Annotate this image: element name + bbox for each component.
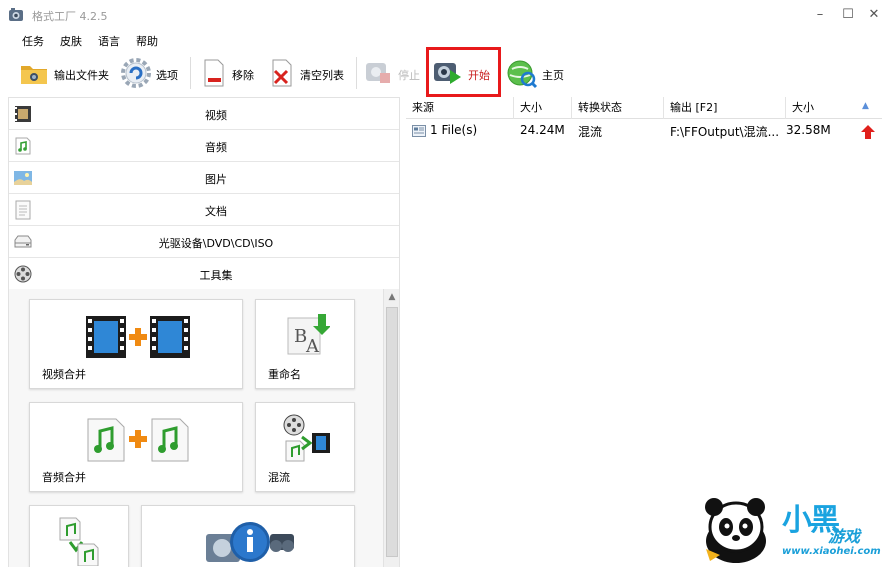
- task-list-header: 来源 大小 转换状态 输出 [F2] 大小 ▲: [406, 97, 882, 119]
- app-logo-icon: [9, 8, 23, 21]
- picture-icon: [14, 171, 32, 185]
- audio-merge-icon: [87, 418, 189, 462]
- home-label: 主页: [542, 69, 564, 82]
- category-panel: 视频 音频 图片 文档 光驱设备\DVD\CD\ISO 工具集 视频合并 B A…: [8, 97, 400, 567]
- optical-drive-icon: [14, 235, 32, 248]
- category-toolbox[interactable]: 工具集: [9, 258, 399, 290]
- home-button[interactable]: 主页: [506, 51, 572, 95]
- sort-ascending-icon: ▲: [862, 101, 869, 111]
- toolbox-reel-icon: [14, 265, 32, 283]
- clear-list-label: 清空列表: [300, 69, 344, 82]
- svg-text:A: A: [305, 336, 320, 357]
- options-label: 选项: [156, 69, 178, 82]
- menu-task[interactable]: 任务: [22, 33, 44, 49]
- row-source: 1 File(s): [430, 123, 478, 137]
- video-merge-icon: [86, 316, 190, 358]
- start-highlight-box: [426, 47, 501, 97]
- category-video-label: 视频: [205, 109, 227, 122]
- scrollbar-thumb[interactable]: [386, 307, 398, 557]
- tool-rename-label: 重命名: [268, 368, 301, 381]
- output-folder-button[interactable]: 输出文件夹: [18, 51, 114, 95]
- toolbox-area: 视频合并 B A 重命名 音频合并 混流 ▲: [9, 289, 399, 567]
- stop-label: 停止: [398, 69, 420, 82]
- category-audio-label: 音频: [205, 141, 227, 154]
- stop-button[interactable]: 停止: [362, 51, 422, 95]
- tool-video-merge-label: 视频合并: [42, 368, 86, 381]
- stop-icon: [366, 63, 390, 83]
- scroll-up-icon[interactable]: ▲: [384, 289, 400, 305]
- row-status: 混流: [578, 125, 603, 139]
- tool-audio-merge[interactable]: 音频合并: [29, 402, 243, 492]
- column-source[interactable]: 来源: [406, 97, 514, 119]
- document-icon: [15, 200, 31, 220]
- tool-audio-merge-label: 音频合并: [42, 471, 86, 484]
- category-video[interactable]: 视频: [9, 98, 399, 130]
- maximize-button[interactable]: ☐: [838, 6, 858, 24]
- table-row[interactable]: 1 File(s) 24.24M 混流 F:\FFOutput\混流... 32…: [406, 121, 882, 141]
- row-size: 24.24M: [520, 123, 565, 137]
- tool-rename[interactable]: B A 重命名: [255, 299, 355, 389]
- watermark-sub: 游戏: [828, 527, 861, 546]
- audio-convert-icon: [59, 517, 99, 566]
- category-toolbox-label: 工具集: [199, 269, 233, 282]
- gear-icon: [121, 58, 151, 88]
- media-info-icon: [206, 522, 294, 562]
- toolbox-scrollbar[interactable]: ▲: [383, 289, 399, 567]
- category-document[interactable]: 文档: [9, 194, 399, 226]
- priority-up-arrow-icon[interactable]: [860, 124, 876, 140]
- column-status[interactable]: 转换状态: [572, 97, 664, 119]
- column-output[interactable]: 输出 [F2]: [664, 97, 786, 119]
- row-output-size: 32.58M: [786, 123, 831, 137]
- toolbar-separator: [356, 57, 357, 89]
- toolbar-separator: [190, 57, 191, 89]
- clear-list-icon: [272, 59, 292, 87]
- window-title: 格式工厂 4.2.5: [32, 10, 108, 23]
- menu-help[interactable]: 帮助: [136, 33, 158, 49]
- tool-media-info[interactable]: [141, 505, 355, 567]
- home-globe-icon: [507, 60, 538, 89]
- remove-label: 移除: [232, 69, 254, 82]
- output-folder-label: 输出文件夹: [54, 69, 109, 82]
- film-icon: [15, 106, 31, 122]
- category-picture[interactable]: 图片: [9, 162, 399, 194]
- mux-icon: [283, 414, 330, 462]
- remove-button[interactable]: 移除: [198, 51, 260, 95]
- options-button[interactable]: 选项: [120, 51, 184, 95]
- category-picture-label: 图片: [205, 173, 227, 186]
- title-bar: 格式工厂 4.2.5 – ☐ ✕: [0, 0, 889, 30]
- menu-skin[interactable]: 皮肤: [60, 33, 82, 49]
- menu-language[interactable]: 语言: [98, 33, 120, 49]
- tool-video-merge[interactable]: 视频合并: [29, 299, 243, 389]
- clear-list-button[interactable]: 清空列表: [266, 51, 352, 95]
- tool-mux[interactable]: 混流: [255, 402, 355, 492]
- watermark-site: www.xiaohei.com: [782, 546, 881, 557]
- column-size[interactable]: 大小: [514, 97, 572, 119]
- close-button[interactable]: ✕: [864, 6, 884, 24]
- tool-audio-convert[interactable]: [29, 505, 129, 567]
- category-optical-drive[interactable]: 光驱设备\DVD\CD\ISO: [9, 226, 399, 258]
- category-optical-drive-label: 光驱设备\DVD\CD\ISO: [158, 237, 274, 250]
- minimize-button[interactable]: –: [810, 6, 830, 24]
- music-note-icon: [15, 137, 31, 155]
- category-document-label: 文档: [205, 205, 227, 218]
- remove-document-icon: [204, 59, 224, 87]
- panda-logo-icon: [705, 498, 766, 563]
- tool-mux-label: 混流: [268, 471, 290, 484]
- rename-icon: B A: [287, 314, 330, 357]
- file-list-icon: [412, 125, 426, 137]
- watermark: 小黑 游戏 www.xiaohei.com: [690, 495, 889, 567]
- row-output: F:\FFOutput\混流...: [670, 125, 780, 139]
- folder-icon: [21, 66, 47, 84]
- category-audio[interactable]: 音频: [9, 130, 399, 162]
